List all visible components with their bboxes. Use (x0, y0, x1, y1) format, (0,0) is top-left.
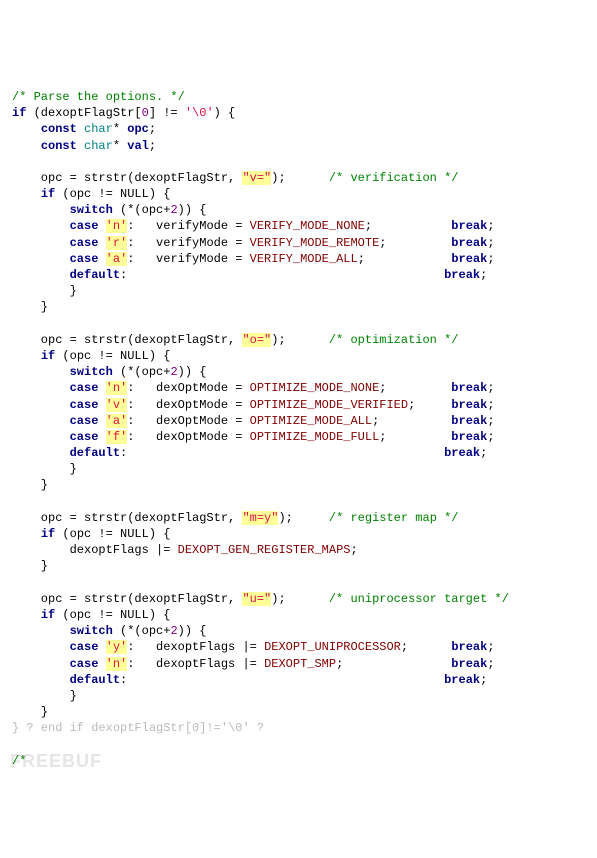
str-v: "v=" (242, 171, 271, 185)
kw-if: if (12, 106, 26, 120)
code-block: FREEBUF/* Parse the options. */ if (dexo… (12, 73, 585, 769)
var-val: val (127, 139, 149, 153)
str-u: "u=" (242, 592, 271, 606)
collapsed-hint: } ? end if dexoptFlagStr[0]!='\0' ? (12, 721, 264, 735)
str-my: "m=y" (242, 511, 278, 525)
str-o: "o=" (242, 333, 271, 347)
comment-start: /* (12, 754, 26, 768)
comment: /* Parse the options. */ (12, 90, 185, 104)
var-opc: opc (127, 122, 149, 136)
